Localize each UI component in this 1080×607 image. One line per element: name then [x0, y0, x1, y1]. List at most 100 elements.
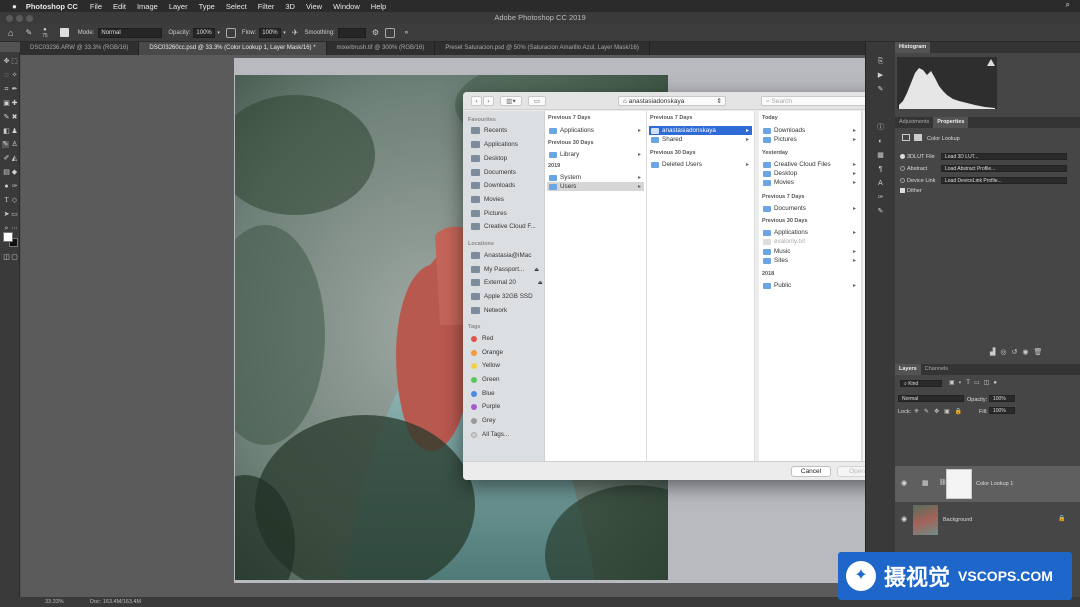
list-item-downloads[interactable]: Downloads ▸: [761, 126, 859, 135]
list-item-desktop[interactable]: Desktop ▸: [761, 169, 859, 178]
tab-channels[interactable]: Channels: [921, 364, 952, 375]
symmetry-icon[interactable]: ⚬: [403, 28, 410, 37]
layer-row[interactable]: ◉ Background 🔒: [895, 502, 1080, 538]
view-mode-button[interactable]: ▥▾: [500, 96, 522, 106]
healing-icon[interactable]: ✚: [11, 100, 18, 107]
cancel-button[interactable]: Cancel: [791, 466, 831, 477]
swatches-panel-icon[interactable]: ▦: [877, 152, 884, 159]
list-item-documents[interactable]: Documents ▸: [761, 204, 859, 213]
doc-tab-1[interactable]: DSC03236.ARW @ 33.3% (RGB/16): [20, 42, 140, 55]
tab-properties[interactable]: Properties: [933, 117, 969, 128]
layer-name[interactable]: Background: [943, 517, 972, 523]
tab-layers[interactable]: Layers: [895, 364, 921, 375]
zoom-window-icon[interactable]: [26, 15, 33, 22]
actions-panel-icon[interactable]: ▶: [877, 72, 884, 79]
3dlut-select[interactable]: Load 3D LUT...: [941, 153, 1067, 160]
minimize-window-icon[interactable]: [16, 15, 23, 22]
brush-panel-icon[interactable]: [59, 28, 69, 37]
tag-purple[interactable]: Purple: [471, 403, 500, 410]
list-item-creative-cloud[interactable]: Creative Cloud Files ▸: [761, 160, 859, 169]
menu-image[interactable]: Image: [137, 2, 158, 11]
list-item-sites[interactable]: Sites ▸: [761, 256, 859, 265]
list-item-pictures[interactable]: Pictures ▸: [761, 135, 859, 144]
lock-pixels-icon[interactable]: ✎: [924, 409, 934, 415]
lock-all-icon[interactable]: 🔒: [955, 409, 967, 415]
sidebar-item-external[interactable]: External 20 ⏏: [471, 279, 543, 286]
radio-device-link[interactable]: [900, 178, 905, 183]
lock-position-icon[interactable]: ✥: [934, 409, 944, 415]
layer-thumbnail[interactable]: [913, 505, 938, 535]
move-tool-icon[interactable]: ✥: [3, 58, 10, 65]
search-icon[interactable]: ⌕: [1066, 0, 1070, 10]
sidebar-item-downloads[interactable]: Downloads: [471, 182, 515, 189]
home-icon[interactable]: ⌂: [8, 28, 13, 38]
list-item-public[interactable]: Public ▸: [761, 281, 859, 290]
back-button[interactable]: ‹: [471, 96, 482, 106]
eye-icon[interactable]: ◉: [901, 515, 907, 523]
person-icon[interactable]: ♟: [11, 128, 18, 135]
type-tool-icon[interactable]: T: [3, 197, 10, 204]
list-item-user-home[interactable]: anastasiadonskaya ▸: [649, 126, 752, 135]
tag-all[interactable]: All Tags...: [471, 431, 509, 438]
airbrush-icon[interactable]: ✈: [292, 28, 299, 37]
opacity-field[interactable]: 100%: [989, 395, 1015, 402]
radio-3dlut[interactable]: [900, 154, 905, 159]
forward-button[interactable]: ›: [483, 96, 494, 106]
menu-window[interactable]: Window: [333, 2, 360, 11]
sidebar-item-pictures[interactable]: Pictures: [471, 210, 507, 217]
radio-abstract[interactable]: [900, 166, 905, 171]
pressure-size-icon[interactable]: [385, 27, 396, 38]
pressure-opacity-icon[interactable]: [225, 27, 236, 38]
mode-select[interactable]: Normal: [98, 27, 163, 38]
sidebar-item-network[interactable]: Network: [471, 307, 507, 314]
brush-tool-icon[interactable]: ✎: [25, 28, 32, 37]
active-brush-icon[interactable]: ✎: [2, 141, 9, 148]
menu-select[interactable]: Select: [226, 2, 247, 11]
sidebar-item-documents[interactable]: Documents: [471, 169, 516, 176]
gradient-icon[interactable]: ▤: [3, 169, 10, 176]
blend-mode-select[interactable]: Normal: [898, 395, 964, 402]
eject-icon[interactable]: ⏏: [538, 280, 543, 286]
stamp-tool-icon[interactable]: ♙: [11, 141, 18, 148]
shape-tool-icon[interactable]: ▭: [11, 211, 18, 218]
tag-blue[interactable]: Blue: [471, 390, 495, 397]
character-panel-icon[interactable]: A: [877, 180, 884, 187]
brushes-panel-icon[interactable]: ✎: [877, 86, 884, 93]
paragraph-panel-icon[interactable]: ¶: [877, 166, 884, 173]
zoom-level[interactable]: 33.33%: [45, 599, 64, 605]
tab-histogram[interactable]: Histogram: [895, 42, 931, 53]
menu-edit[interactable]: Edit: [113, 2, 126, 11]
eject-icon[interactable]: ⏏: [534, 267, 539, 273]
list-item-applications[interactable]: Applications ▸: [761, 228, 859, 237]
brush-preset-picker[interactable]: ● 75: [42, 27, 48, 39]
foreground-color-swatch-front[interactable]: [3, 232, 13, 242]
type-filter-icon[interactable]: T: [966, 380, 974, 386]
lasso-tool-icon[interactable]: ◌: [3, 72, 10, 79]
layer-mask-thumbnail[interactable]: [946, 469, 972, 499]
chevron-down-icon[interactable]: ▾: [283, 30, 286, 36]
dither-checkbox[interactable]: [900, 188, 905, 193]
color-panel-icon[interactable]: ◐: [877, 138, 884, 145]
list-item-music[interactable]: Music ▸: [761, 247, 859, 256]
doc-tab-3[interactable]: mixerbrush.tif @ 300% (RGB/16): [327, 42, 436, 55]
menu-type[interactable]: Type: [199, 2, 215, 11]
flow-field[interactable]: 100%: [259, 27, 282, 38]
screen-mode-icon[interactable]: ▢: [11, 254, 18, 261]
path-select-icon[interactable]: ◇: [11, 197, 18, 204]
sidebar-item-creative-cloud[interactable]: Creative Cloud F...: [471, 223, 536, 230]
list-item-movies[interactable]: Movies ▸: [761, 178, 859, 187]
quick-mask-icon[interactable]: ◫: [3, 254, 10, 261]
crop-tool-icon[interactable]: ⌗: [3, 86, 10, 93]
location-select[interactable]: ⌂ anastasiadonskaya ⇕: [618, 96, 726, 106]
fill-field[interactable]: 100%: [989, 407, 1015, 414]
blur-icon[interactable]: ◆: [11, 169, 18, 176]
smart-filter-icon[interactable]: ◫: [984, 380, 994, 386]
list-item-applications[interactable]: Applications ▸: [547, 126, 644, 135]
pixel-filter-icon[interactable]: ▣: [949, 380, 959, 386]
stamp-icon[interactable]: ✖: [11, 114, 18, 121]
tag-yellow[interactable]: Yellow: [471, 362, 500, 369]
history-panel-icon[interactable]: ⎘: [877, 58, 884, 65]
tool-presets-icon[interactable]: ✎: [877, 208, 884, 215]
brush-icon[interactable]: ✎: [3, 114, 10, 121]
quick-select-icon[interactable]: ✧: [11, 72, 18, 79]
